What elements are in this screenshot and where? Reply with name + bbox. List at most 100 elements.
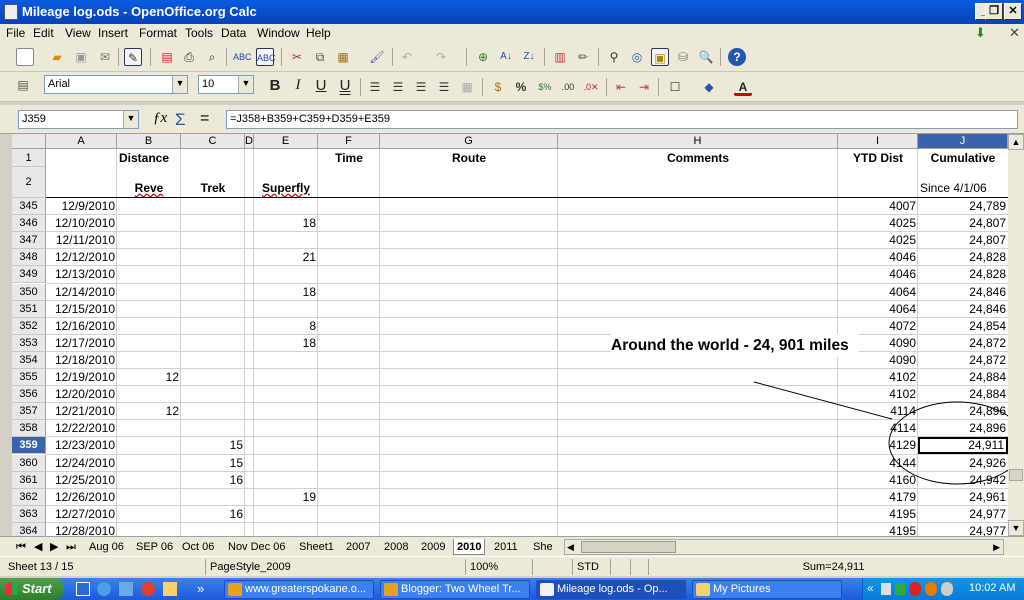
menu-window[interactable]: Window <box>257 26 300 40</box>
quicklaunch-app-icon[interactable] <box>119 582 133 596</box>
borders-icon[interactable]: ☐ <box>666 78 684 96</box>
status-page-style[interactable]: PageStyle_2009 <box>205 559 291 575</box>
vertical-scrollbar[interactable]: ▲ ▼ <box>1008 134 1024 536</box>
sort-descending-icon[interactable]: Z↓ <box>520 48 538 66</box>
taskbar-button[interactable]: www.greaterspokane.o... <box>224 580 374 599</box>
start-button[interactable]: Start <box>0 578 64 600</box>
close-window-button[interactable]: ✕ <box>1004 3 1022 20</box>
sheet-tab[interactable]: Nov Dec 06 <box>228 539 285 555</box>
copy-icon[interactable]: ⧉ <box>311 48 329 66</box>
quicklaunch-desktop-icon[interactable] <box>76 582 90 596</box>
page-preview-icon[interactable]: ⌕ <box>203 48 221 66</box>
new-document-icon[interactable] <box>16 48 34 66</box>
show-draw-functions-icon[interactable]: ✏ <box>574 48 592 66</box>
sheet-tab[interactable]: Sheet1 <box>299 539 334 555</box>
font-name-select[interactable]: Arial ▼ <box>44 75 188 94</box>
taskbar-button[interactable]: Mileage log.ods - Op... <box>536 580 686 599</box>
tab-prev-icon[interactable]: ◀ <box>34 539 42 555</box>
status-selection-mode[interactable]: STD <box>572 559 599 575</box>
scroll-down-icon[interactable]: ▼ <box>1008 520 1024 536</box>
data-sources-icon[interactable]: ⛁ <box>674 48 692 66</box>
function-equals-icon[interactable]: = <box>200 110 209 128</box>
scroll-thumb[interactable] <box>1009 469 1023 481</box>
redo-icon[interactable]: ↷ <box>432 48 450 66</box>
sheet-tab[interactable]: 2011 <box>494 539 518 555</box>
styles-formatting-icon[interactable]: ▤ <box>14 76 32 94</box>
export-pdf-icon[interactable]: ▤ <box>158 48 176 66</box>
hyperlink-icon[interactable]: ⊕ <box>474 48 492 66</box>
tray-expand-icon[interactable]: « <box>867 581 874 595</box>
menu-help[interactable]: Help <box>306 26 331 40</box>
chevron-down-icon[interactable]: ▼ <box>238 76 253 93</box>
update-icon[interactable]: ⬇ <box>975 25 986 41</box>
navigator-icon[interactable]: ◎ <box>628 48 646 66</box>
clone-formatting-icon[interactable]: 🖌 <box>368 48 386 66</box>
cut-icon[interactable]: ✂ <box>288 48 306 66</box>
tray-app-icon[interactable] <box>895 583 905 595</box>
gallery-icon[interactable]: ▣ <box>651 48 669 66</box>
taskbar-button[interactable]: Blogger: Two Wheel Tr... <box>380 580 530 599</box>
increase-indent-icon[interactable]: ⇥ <box>635 78 653 96</box>
print-icon[interactable]: ⎙ <box>180 48 198 66</box>
open-folder-icon[interactable]: ▰ <box>48 48 66 66</box>
quicklaunch-folder-icon[interactable] <box>163 582 177 596</box>
align-left-icon[interactable]: ☰ <box>366 78 384 96</box>
justify-icon[interactable]: ☰ <box>435 78 453 96</box>
chevron-down-icon[interactable]: ▼ <box>123 111 138 128</box>
quicklaunch-overflow[interactable]: » <box>197 581 204 596</box>
tray-clock[interactable]: 10:02 AM <box>969 582 1015 594</box>
sheet-tab[interactable]: Oct 06 <box>182 539 214 555</box>
quicklaunch-chrome-icon[interactable] <box>141 582 155 596</box>
chevron-down-icon[interactable]: ▼ <box>172 76 187 93</box>
menu-format[interactable]: Format <box>139 26 177 40</box>
chart-icon[interactable]: ▥ <box>551 48 569 66</box>
sheet-tab[interactable]: 2007 <box>346 539 370 555</box>
tray-update-icon[interactable] <box>925 582 937 596</box>
tray-network-icon[interactable] <box>881 583 891 595</box>
scroll-right-icon[interactable]: ▶ <box>993 540 1000 554</box>
menu-view[interactable]: View <box>65 26 91 40</box>
font-color-icon[interactable]: A <box>734 78 752 96</box>
name-box[interactable]: J359 ▼ <box>18 110 139 129</box>
standard-format-icon[interactable]: $% <box>536 78 554 96</box>
autospellcheck-icon[interactable]: ABC <box>256 48 276 66</box>
italic-button[interactable]: I <box>289 77 307 94</box>
menu-tools[interactable]: Tools <box>185 26 213 40</box>
tray-volume-icon[interactable] <box>941 582 953 596</box>
close-document-icon[interactable]: ✕ <box>1009 25 1020 41</box>
email-icon[interactable]: ✉ <box>96 48 114 66</box>
delete-decimal-icon[interactable]: .0✕ <box>582 78 600 96</box>
currency-icon[interactable]: $ <box>489 78 507 96</box>
tray-security-icon[interactable] <box>909 582 921 596</box>
sheet-tab[interactable]: She <box>533 539 553 555</box>
annotation-text[interactable]: Around the world - 24, 901 miles <box>611 334 859 357</box>
status-zoom[interactable]: 100% <box>465 559 498 575</box>
edit-file-icon[interactable]: ✎ <box>124 48 142 66</box>
font-size-select[interactable]: 10 ▼ <box>198 75 254 94</box>
sort-ascending-icon[interactable]: A↓ <box>497 48 515 66</box>
sheet-tab[interactable]: 2009 <box>421 539 445 555</box>
quicklaunch-ie-icon[interactable] <box>97 582 111 596</box>
restore-button[interactable]: ❐ <box>985 3 1003 20</box>
align-center-icon[interactable]: ☰ <box>389 78 407 96</box>
taskbar-button[interactable]: My Pictures <box>692 580 842 599</box>
double-underline-button[interactable]: U <box>336 77 354 94</box>
sum-icon[interactable]: Σ <box>175 110 186 130</box>
tab-next-icon[interactable]: ▶ <box>50 539 58 555</box>
zoom-icon[interactable]: 🔍 <box>697 48 715 66</box>
find-replace-icon[interactable]: ⚲ <box>605 48 623 66</box>
menu-data[interactable]: Data <box>221 26 246 40</box>
sheet-tab-active[interactable]: 2010 <box>453 539 486 555</box>
align-right-icon[interactable]: ☰ <box>412 78 430 96</box>
scroll-left-icon[interactable]: ◀ <box>567 540 574 554</box>
horizontal-scrollbar[interactable]: ◀ ▶ <box>564 539 1004 555</box>
horizontal-scroll-thumb[interactable] <box>581 541 676 553</box>
status-insert-mode[interactable] <box>532 559 546 575</box>
save-icon[interactable]: ▣ <box>72 48 90 66</box>
help-icon[interactable]: ? <box>728 48 746 66</box>
background-color-icon[interactable]: ◆ <box>700 78 718 96</box>
menu-file[interactable]: File <box>6 26 25 40</box>
add-decimal-icon[interactable]: .00 <box>559 78 577 96</box>
merge-cells-icon[interactable]: ▦ <box>458 78 476 96</box>
underline-button[interactable]: U <box>312 77 330 94</box>
